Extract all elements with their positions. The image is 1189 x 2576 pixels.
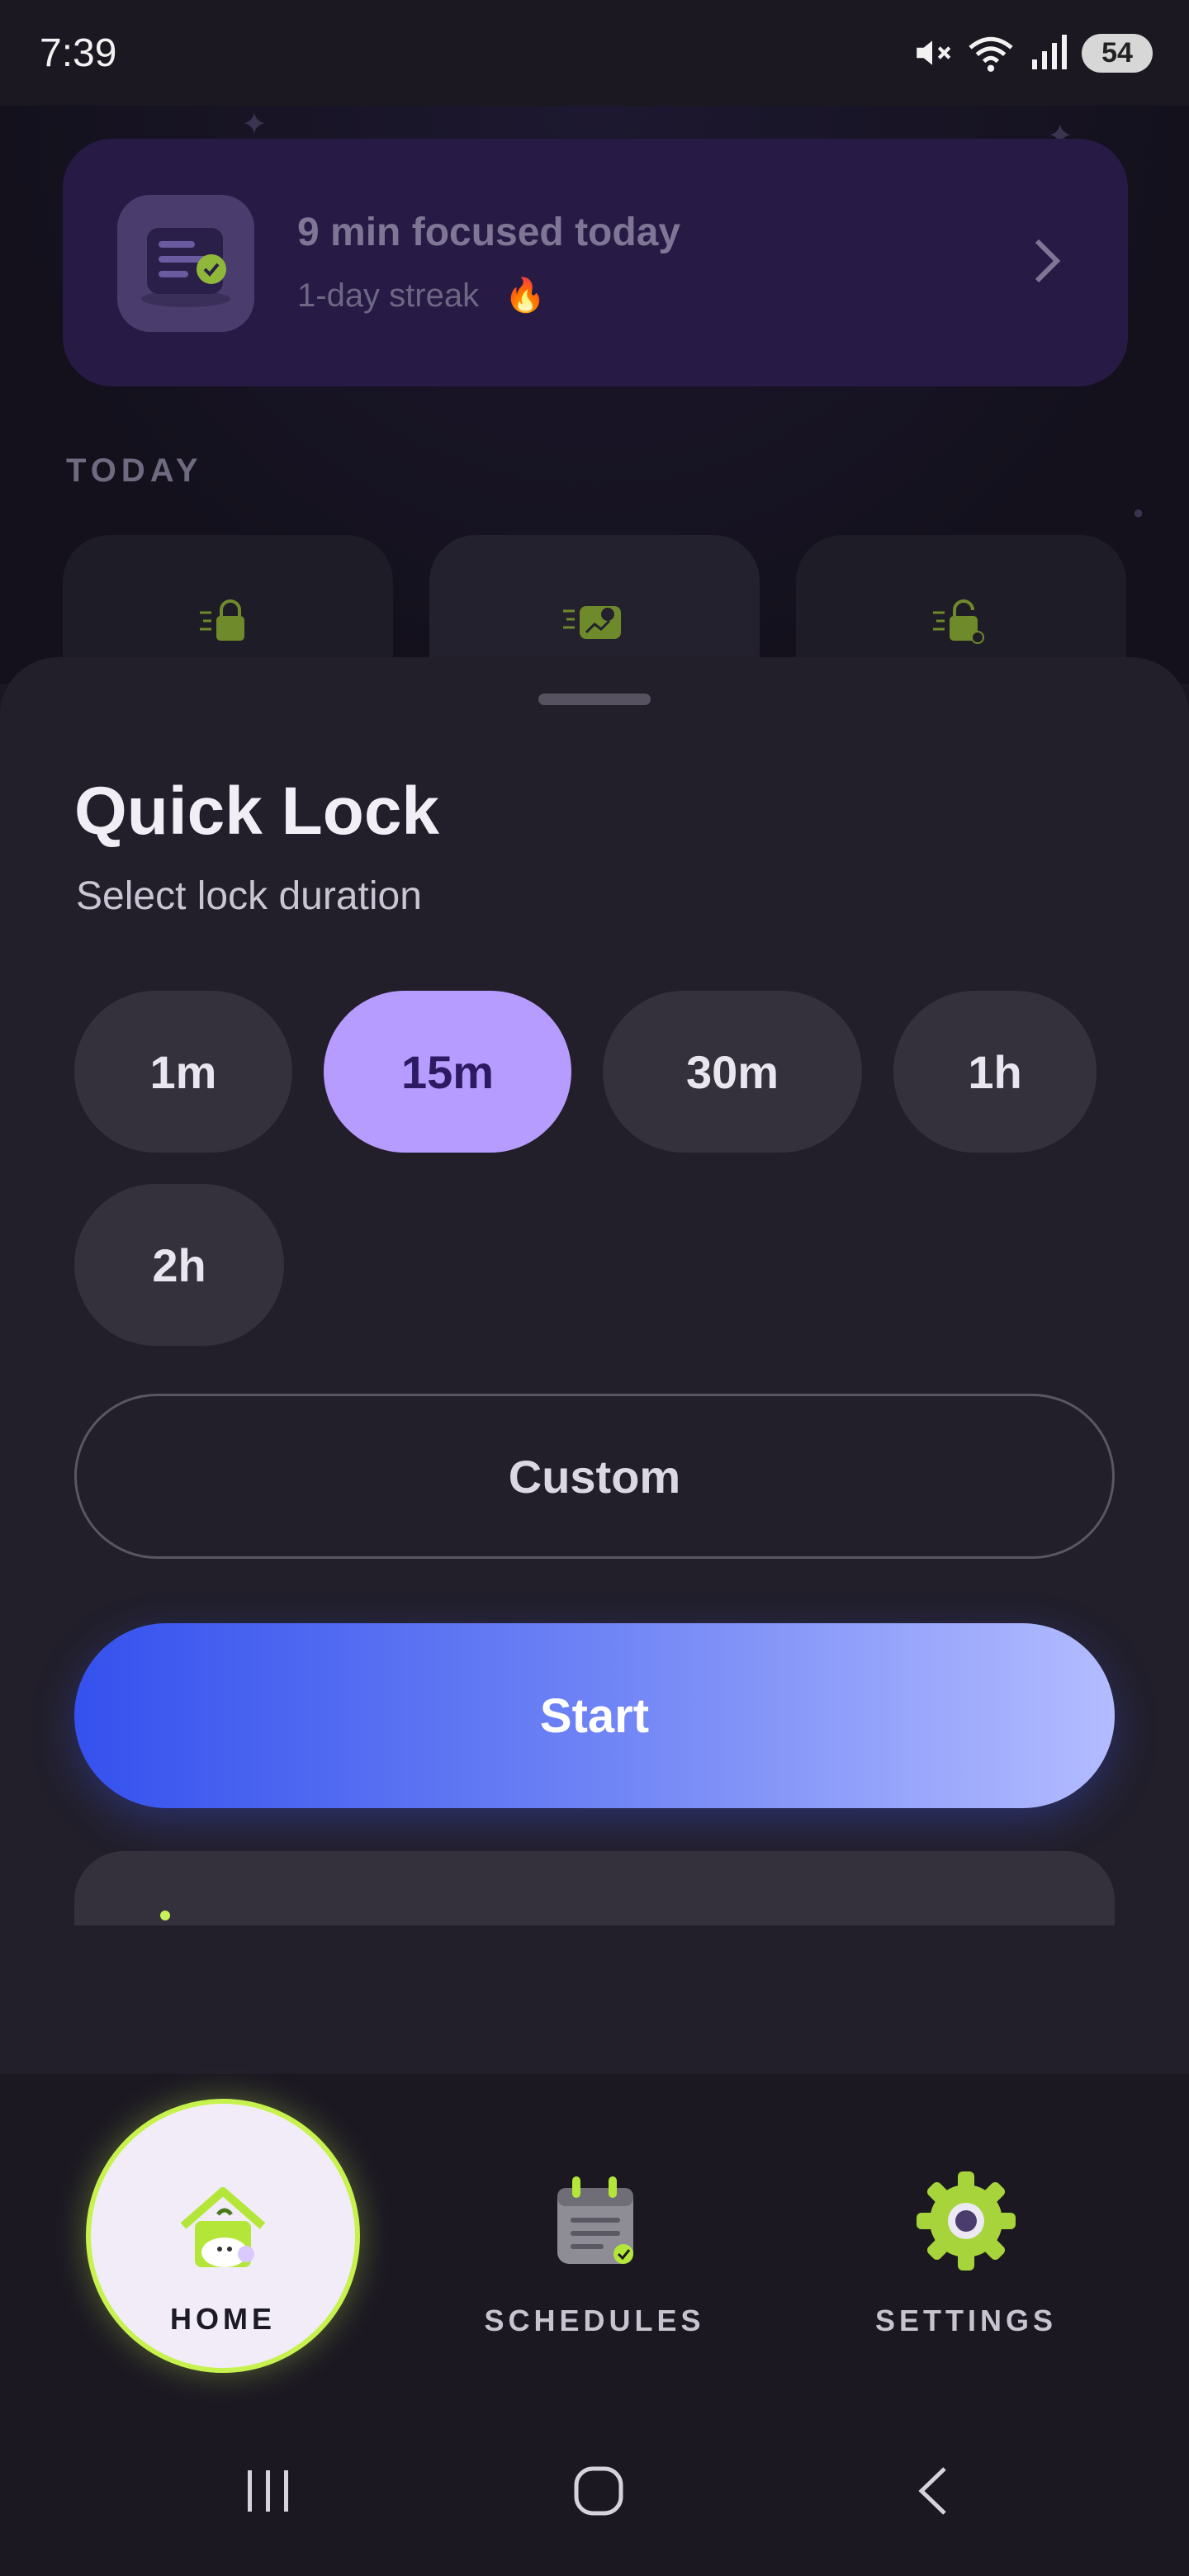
focus-stats-icon bbox=[117, 195, 254, 332]
back-icon[interactable] bbox=[907, 2462, 964, 2520]
streak-text: 1-day streak 🔥 bbox=[297, 276, 546, 315]
fire-icon: 🔥 bbox=[504, 277, 547, 314]
mute-icon bbox=[917, 40, 951, 65]
duration-chip-2h[interactable]: 2h bbox=[74, 1184, 284, 1346]
duration-chip-1m[interactable]: 1m bbox=[74, 991, 292, 1153]
system-navigation-bar bbox=[0, 2404, 1189, 2576]
sparkle-icon: ✦ bbox=[241, 107, 268, 142]
status-bar: 7:39 54 bbox=[0, 0, 1189, 106]
gear-icon bbox=[917, 2171, 1016, 2271]
sheet-drag-handle[interactable] bbox=[538, 694, 651, 705]
home-icon[interactable] bbox=[570, 2462, 628, 2520]
quick-lock-subtitle: Select lock duration bbox=[76, 874, 422, 918]
location-lock-icon bbox=[563, 606, 621, 639]
nav-item-home[interactable]: HOME bbox=[86, 2099, 360, 2373]
focus-summary-card[interactable]: 9 min focused today 1-day streak 🔥 bbox=[63, 139, 1128, 386]
today-section-label: TODAY bbox=[66, 452, 203, 489]
calendar-icon bbox=[557, 2176, 633, 2264]
duration-chip-15m[interactable]: 15m bbox=[324, 991, 571, 1153]
bottom-navigation: HOME SCHEDULES SETTINGS bbox=[0, 2074, 1189, 2404]
streak-label: 1-day streak bbox=[297, 277, 480, 314]
battery-indicator: 54 bbox=[1082, 33, 1153, 73]
custom-duration-button[interactable]: Custom bbox=[74, 1394, 1115, 1559]
app-screen: 7:39 54 ✦ ✦ ● 9 min focused today 1-day … bbox=[0, 0, 1189, 2576]
nav-item-settings[interactable]: SETTINGS bbox=[850, 2171, 1082, 2338]
quick-lock-sheet: Quick Lock Select lock duration 1m 15m 3… bbox=[0, 657, 1189, 2077]
partial-card bbox=[74, 1851, 1115, 1925]
duration-chip-30m[interactable]: 30m bbox=[603, 991, 862, 1153]
nav-label-home: HOME bbox=[170, 2302, 276, 2336]
status-icons: 54 bbox=[912, 32, 1153, 73]
focus-minutes-text: 9 min focused today bbox=[297, 211, 681, 254]
duration-chip-1h[interactable]: 1h bbox=[893, 991, 1097, 1153]
signal-icon bbox=[1032, 35, 1067, 69]
lock-icon bbox=[200, 599, 244, 641]
unlock-icon bbox=[933, 599, 984, 644]
nav-item-schedules[interactable]: SCHEDULES bbox=[471, 2173, 718, 2338]
recent-apps-icon[interactable] bbox=[239, 2462, 297, 2520]
nav-label-settings: SETTINGS bbox=[874, 2304, 1058, 2337]
start-button[interactable]: Start bbox=[74, 1623, 1115, 1808]
nav-label-schedules: SCHEDULES bbox=[484, 2304, 705, 2337]
wifi-icon bbox=[969, 36, 1013, 72]
quick-lock-title: Quick Lock bbox=[74, 774, 440, 849]
chevron-right-icon bbox=[1035, 239, 1061, 283]
indicator-dot bbox=[160, 1911, 170, 1920]
house-icon bbox=[180, 2187, 266, 2267]
sparkle-icon: ● bbox=[1133, 502, 1144, 523]
status-time: 7:39 bbox=[40, 31, 117, 75]
